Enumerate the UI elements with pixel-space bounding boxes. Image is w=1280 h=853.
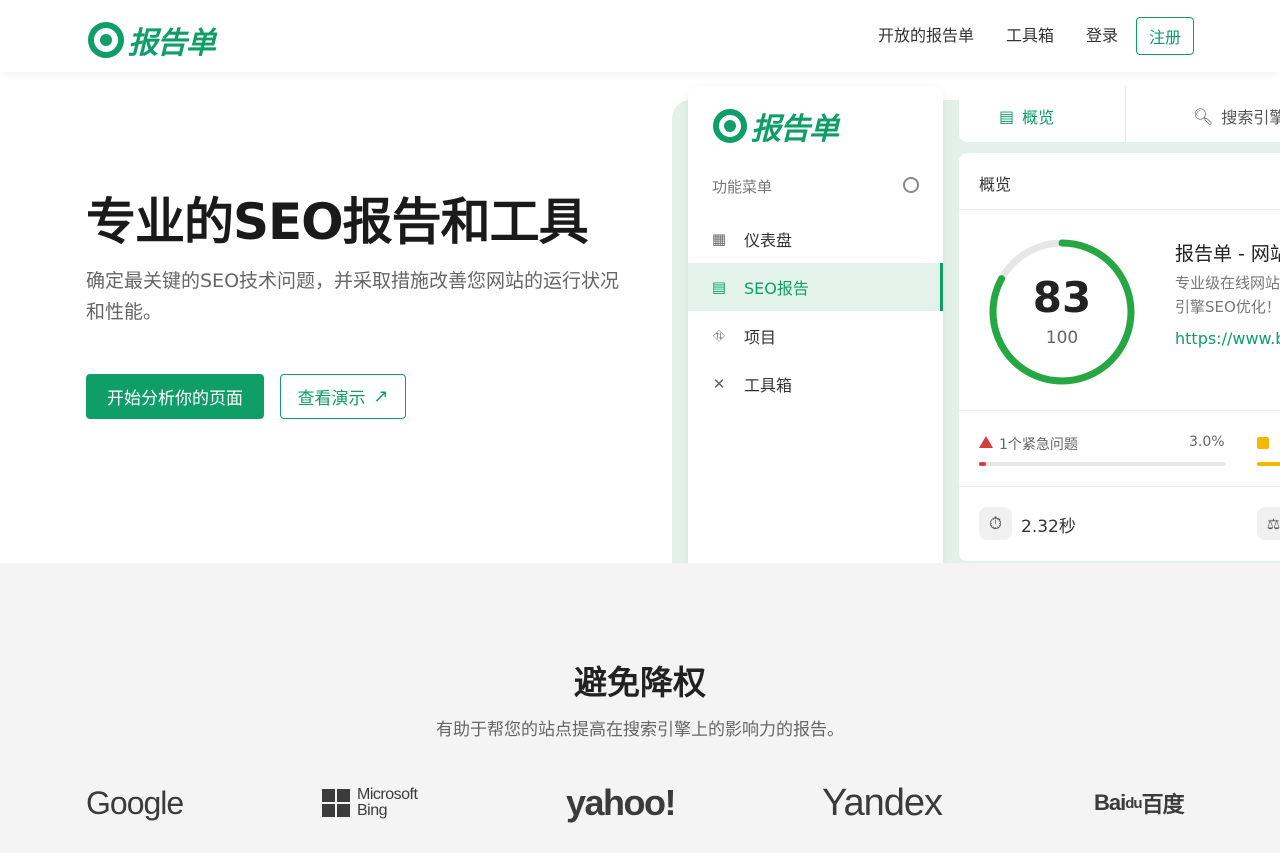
view-demo-button[interactable]: 查看演示 ↗ bbox=[280, 374, 406, 419]
sidebar-item-projects[interactable]: ⛗ 项目 bbox=[688, 312, 943, 360]
urgent-issue-fill bbox=[979, 462, 987, 466]
tab-overview[interactable]: ▤ 概览 bbox=[999, 104, 1054, 128]
urgent-issue-label: 1个紧急问题 bbox=[999, 437, 1078, 453]
logo-mark-icon bbox=[88, 22, 124, 58]
nav-login[interactable]: 登录 bbox=[1086, 17, 1118, 55]
site-title: 报告单 - 网站 bbox=[1175, 243, 1280, 265]
sidebar-item-label: 工具箱 bbox=[744, 376, 793, 395]
sidebar-item-label: 项目 bbox=[744, 328, 777, 347]
site-desc-line: 专业级在线网站 bbox=[1175, 274, 1280, 292]
baidu-cn: 百度 bbox=[1141, 792, 1185, 817]
divider bbox=[959, 410, 1280, 411]
baidu-latin: Bai bbox=[1094, 790, 1126, 815]
divider bbox=[959, 486, 1280, 487]
microsoft-squares-icon bbox=[322, 789, 350, 817]
sidebar-item-seo-report[interactable]: ▤ SEO报告 bbox=[688, 263, 943, 311]
site-url-link[interactable]: https://www.b bbox=[1175, 329, 1280, 348]
warning-triangle-icon bbox=[979, 436, 993, 448]
load-time-value: 2.32秒 bbox=[1021, 517, 1076, 537]
warning-square-icon bbox=[1257, 437, 1269, 449]
card-title: 概览 bbox=[979, 175, 1012, 194]
sidebar-item-label: 仪表盘 bbox=[744, 231, 793, 250]
project-icon: ⛗ bbox=[712, 327, 725, 345]
tab-search-label: 搜索引擎 bbox=[1221, 108, 1280, 127]
search-icon: 🔍︎ bbox=[1193, 106, 1214, 126]
baidu-logo: Bai du 百度 bbox=[1094, 779, 1185, 827]
urgent-issue-bar bbox=[979, 462, 1226, 466]
site-header: 报告单 开放的报告单 工具箱 登录 注册 bbox=[0, 0, 1280, 72]
yahoo-logo: yahoo! bbox=[566, 782, 677, 823]
report-icon: ▤ bbox=[999, 106, 1015, 126]
start-analysis-button[interactable]: 开始分析你的页面 bbox=[86, 374, 264, 419]
urgent-issue-percent: 3.0% bbox=[1189, 434, 1225, 450]
grid-icon: ▦ bbox=[711, 230, 727, 248]
sidebar-item-dashboard[interactable]: ▦ 仪表盘 bbox=[688, 215, 943, 263]
baidu-du: du bbox=[1125, 794, 1142, 812]
bing-logo: Microsoft Bing bbox=[322, 779, 418, 827]
tab-search-engine[interactable]: 🔍︎ 搜索引擎 bbox=[1193, 104, 1280, 128]
hero-title: 专业的SEO报告和工具 bbox=[86, 193, 589, 251]
mockup-tabs: ▤ 概览 🔍︎ 搜索引擎 bbox=[959, 86, 1280, 142]
bing-line: Microsoft bbox=[357, 786, 418, 803]
site-logo[interactable]: 报告单 bbox=[88, 18, 216, 62]
overview-card: 概览 83 100 报告单 - 网站 专业级在线网站 引擎SEO优化！ http… bbox=[959, 153, 1280, 561]
bing-line: Bing bbox=[357, 802, 388, 819]
logo-mark-icon bbox=[713, 109, 747, 143]
hero-subtitle: 确定最关键的SEO技术问题，并采取措施改善您网站的运行状况和性能。 bbox=[86, 270, 620, 323]
scale-icon: ⚖ bbox=[1257, 507, 1280, 540]
register-button[interactable]: 注册 bbox=[1136, 17, 1194, 55]
top-nav: 开放的报告单 工具箱 登录 注册 bbox=[846, 17, 1194, 55]
tools-icon: ✕ bbox=[712, 375, 726, 393]
section-title: 避免降权 bbox=[574, 663, 706, 702]
score-value: 83 bbox=[1032, 273, 1092, 322]
mockup-logo-text: 报告单 bbox=[751, 112, 839, 147]
nav-open-reports[interactable]: 开放的报告单 bbox=[878, 17, 974, 55]
google-logo: Google bbox=[86, 784, 184, 821]
sidebar-item-label: SEO报告 bbox=[744, 279, 809, 298]
site-desc-line: 引擎SEO优化！ bbox=[1175, 298, 1280, 316]
tab-divider bbox=[1125, 86, 1126, 142]
menu-title: 功能菜单 bbox=[712, 178, 773, 196]
avoid-penalty-section: 避免降权 有助于帮您的站点提高在搜索引擎上的影响力的报告。 Google Mic… bbox=[0, 563, 1280, 853]
nav-toolbox[interactable]: 工具箱 bbox=[1006, 17, 1054, 55]
logo-text: 报告单 bbox=[128, 26, 216, 61]
palette-icon[interactable] bbox=[903, 177, 919, 193]
tab-overview-label: 概览 bbox=[1022, 108, 1055, 127]
bing-logo-text: Microsoft Bing bbox=[357, 786, 418, 819]
report-icon: ▤ bbox=[711, 278, 727, 296]
warning-bar bbox=[1257, 462, 1280, 466]
site-description: 专业级在线网站 引擎SEO优化！ bbox=[1175, 271, 1280, 319]
yandex-logo: Yandex bbox=[822, 781, 943, 824]
arrow-up-right-icon: ↗ bbox=[373, 386, 389, 407]
sidebar-item-toolbox[interactable]: ✕ 工具箱 bbox=[688, 360, 943, 408]
mockup-sidebar: 报告单 功能菜单 ▦ 仪表盘 ▤ SEO报告 ⛗ 项目 ✕ 工具箱 bbox=[688, 86, 943, 563]
mockup-logo: 报告单 bbox=[713, 104, 839, 148]
stopwatch-icon: ⏱ bbox=[979, 507, 1012, 540]
divider bbox=[959, 209, 1280, 210]
view-demo-label: 查看演示 bbox=[297, 389, 366, 409]
score-max: 100 bbox=[1045, 328, 1079, 348]
section-subtitle: 有助于帮您的站点提高在搜索引擎上的影响力的报告。 bbox=[436, 720, 844, 740]
